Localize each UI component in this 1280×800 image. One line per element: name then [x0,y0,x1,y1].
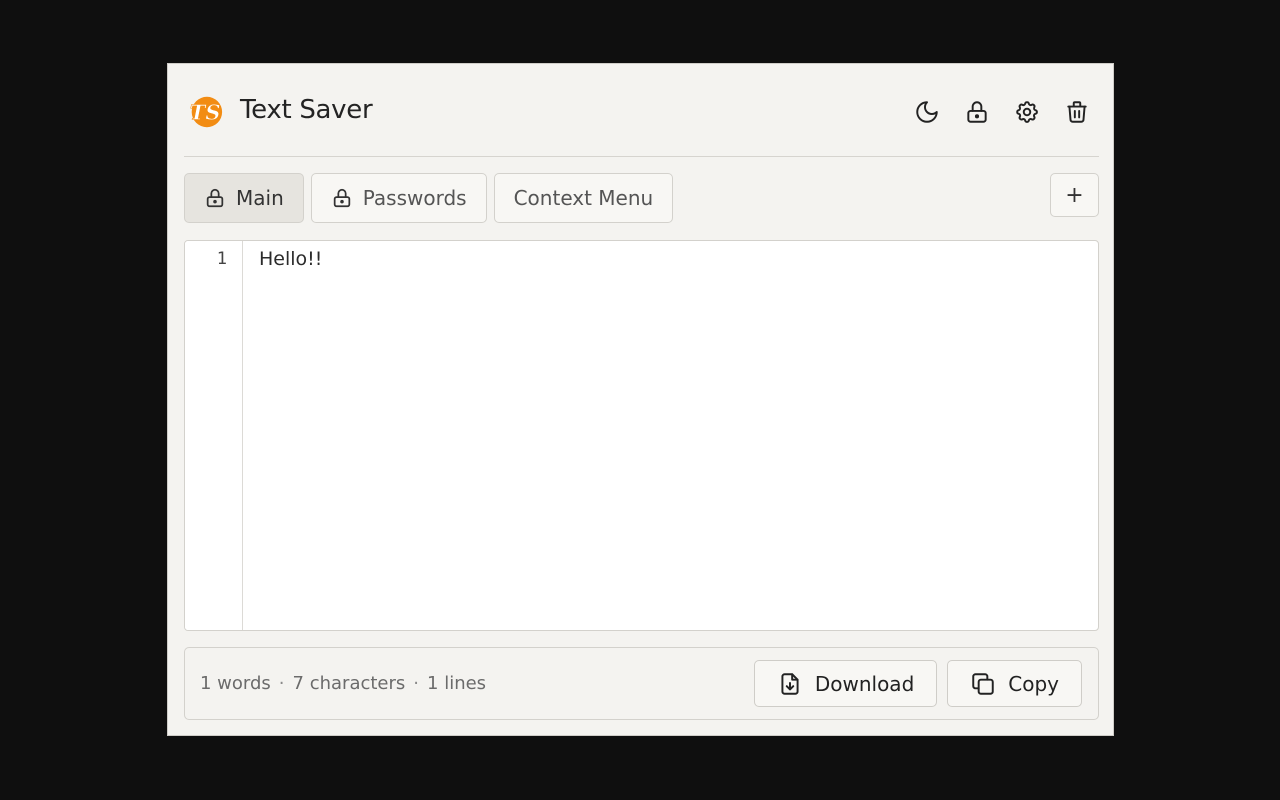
lock-icon [333,188,350,208]
lock-icon [206,188,224,208]
copy-label: Copy [1008,671,1059,696]
tab-passwords[interactable]: Passwords [310,173,487,223]
tab-context-menu[interactable]: Context Menu [493,173,674,223]
add-tab-button[interactable]: + [1050,173,1099,217]
app-logo: TS [190,96,223,128]
line-count: 1 lines [427,673,487,694]
tab-label: Context Menu [513,186,654,210]
tab-bar: Main Passwords Context Menu [184,173,674,223]
tab-label: Main [236,186,284,210]
settings-button[interactable] [1013,98,1041,126]
download-button[interactable]: Download [753,660,938,707]
line-number: 1 [216,249,227,269]
character-count: 7 characters [292,673,406,694]
tab-label: Passwords [362,186,467,210]
copy-icon [972,672,994,695]
file-download-icon [781,672,799,695]
app-title: Text Saver [240,95,373,125]
trash-icon [1067,101,1087,123]
gear-icon [1016,101,1038,123]
app-header: TS Text Saver [184,64,1099,157]
theme-toggle-button[interactable] [913,98,941,126]
stats-separator: · [413,673,420,694]
editor-content[interactable]: Hello!! [259,248,1088,270]
lock-icon [967,101,987,123]
svg-text:TS: TS [190,100,221,125]
text-stats: 1 words · 7 characters · 1 lines [200,673,486,694]
delete-button[interactable] [1063,98,1091,126]
download-label: Download [814,671,915,696]
stats-separator: · [278,673,285,694]
editor-line[interactable]: Hello!! [259,248,1088,270]
moon-icon [916,101,938,123]
line-number-gutter: 1 [185,241,243,630]
header-actions [913,97,1091,127]
footer-bar: 1 words · 7 characters · 1 lines Downloa… [184,647,1099,720]
text-editor[interactable]: 1 Hello!! [184,240,1099,631]
lock-button[interactable] [963,98,991,126]
word-count: 1 words [200,673,271,694]
footer-actions: Download Copy [753,660,1082,707]
app-window: TS Text Saver Main Passwords Context Men… [167,63,1114,736]
copy-button[interactable]: Copy [947,660,1082,707]
tab-main[interactable]: Main [184,173,304,223]
